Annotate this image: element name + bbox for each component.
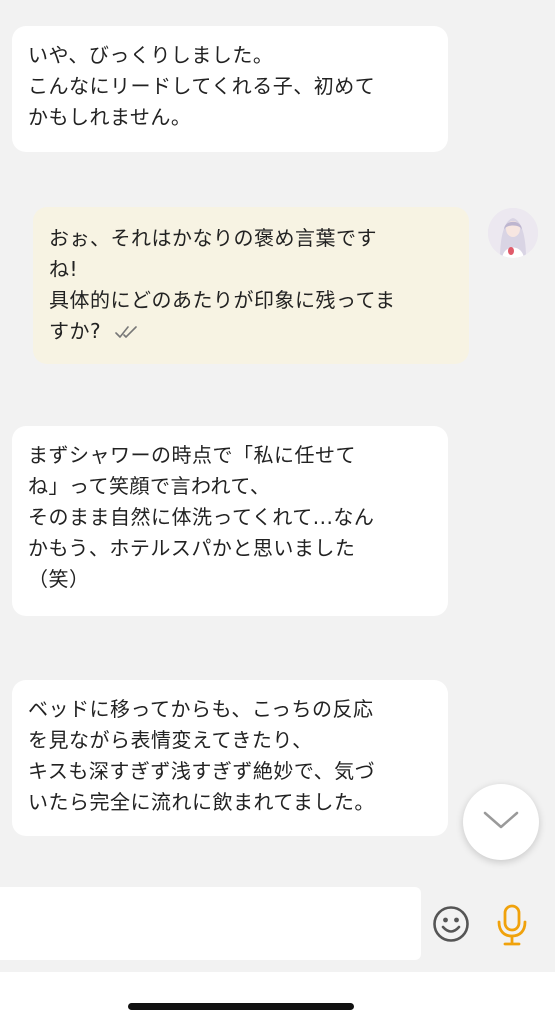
message-input[interactable] xyxy=(0,887,421,960)
chat-area[interactable]: いや、びっくりしました。 こんなにリードしてくれる子、初めて かもしれません。 … xyxy=(0,0,555,875)
message-text-line: おぉ、それはかなりの褒め言葉です xyxy=(49,226,377,250)
message-text-line: いたら完全に流れに飲まれてました。 xyxy=(28,790,375,814)
message-text-line: ね」って笑顔で言われて、 xyxy=(28,474,271,498)
message-text-line: キスも深すぎず浅すぎず絶妙で、気づ xyxy=(28,759,376,783)
message-bubble-incoming: ベッドに移ってからも、こっちの反応 を見ながら表情変えてきたり、 キスも深すぎず… xyxy=(12,680,448,836)
message-text-line: そのまま自然に体洗ってくれて...なん xyxy=(28,505,375,529)
message-text-line: こんなにリードしてくれる子、初めて xyxy=(28,74,376,98)
chevron-down-icon xyxy=(483,810,519,834)
smiley-icon xyxy=(432,906,470,947)
voice-input-button[interactable] xyxy=(494,904,530,946)
scroll-to-bottom-button[interactable] xyxy=(463,784,539,860)
message-text-line: まずシャワーの時点で「私に任せて xyxy=(28,443,356,467)
message-text-line: かもしれません。 xyxy=(28,105,192,129)
bottom-safe-area xyxy=(0,972,555,1024)
message-text-line: ね! xyxy=(49,257,79,281)
message-text-line: いや、びっくりしました。 xyxy=(28,43,274,67)
microphone-icon xyxy=(494,904,530,950)
message-text-line: ベッドに移ってからも、こっちの反応 xyxy=(28,697,374,721)
emoji-button[interactable] xyxy=(432,905,470,943)
message-text-line: かもう、ホテルスパかと思いました xyxy=(28,536,356,560)
double-check-icon xyxy=(115,317,139,348)
message-input-bar xyxy=(0,875,555,972)
message-bubble-incoming: まずシャワーの時点で「私に任せて ね」って笑顔で言われて、 そのまま自然に体洗っ… xyxy=(12,426,448,616)
message-text-line: を見ながら表情変えてきたり、 xyxy=(28,728,313,752)
avatar[interactable] xyxy=(488,208,538,258)
home-indicator[interactable] xyxy=(128,1003,354,1010)
message-text-line: （笑） xyxy=(28,567,90,591)
message-bubble-outgoing: おぉ、それはかなりの褒め言葉です ね! 具体的にどのあたりが印象に残ってま すか… xyxy=(33,207,469,364)
message-text-line: 具体的にどのあたりが印象に残ってま xyxy=(49,288,396,312)
message-text-line: すか? xyxy=(49,319,102,343)
message-bubble-incoming: いや、びっくりしました。 こんなにリードしてくれる子、初めて かもしれません。 xyxy=(12,26,448,152)
